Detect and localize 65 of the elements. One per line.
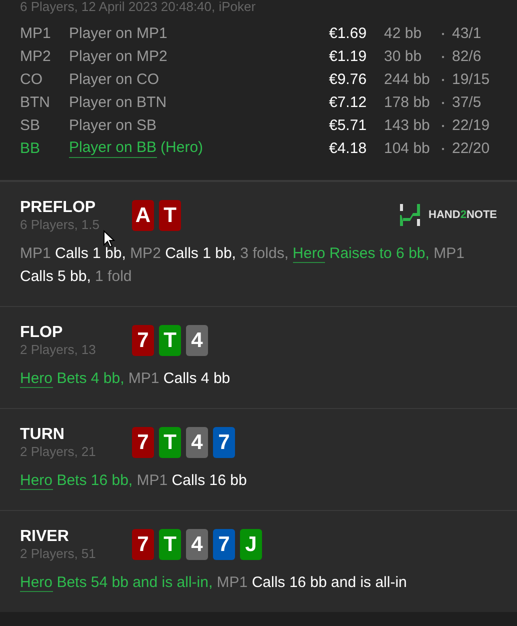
stack-bb: 244 bb xyxy=(384,71,431,88)
position-label: MP1 xyxy=(20,25,52,42)
street-title: FLOP xyxy=(20,323,64,342)
cursor-icon xyxy=(103,230,115,248)
player-name: Player on BTN xyxy=(69,94,167,111)
player-stats: 43/1 xyxy=(452,25,482,42)
stack-bb: 143 bb xyxy=(384,117,431,134)
player-stats: 19/15 xyxy=(452,71,490,88)
stack-amount: €4.18 xyxy=(329,140,368,157)
street-info: 6 Players, 1.5 xyxy=(20,217,100,232)
logo-icon xyxy=(398,204,421,226)
street-info: 2 Players, 21 xyxy=(20,444,97,459)
stack-bb: 30 bb xyxy=(384,48,423,65)
hero-link[interactable]: Hero xyxy=(20,574,53,592)
position-label: MP2 xyxy=(20,48,52,65)
hero-link[interactable]: Hero xyxy=(292,245,326,263)
stack-amount: €9.76 xyxy=(329,71,368,88)
street-title: PREFLOP xyxy=(20,198,97,217)
playing-card: T xyxy=(159,427,181,458)
player-name: Player on SB xyxy=(69,117,157,134)
playing-card: T xyxy=(159,200,181,231)
street-info: 2 Players, 51 xyxy=(20,546,97,561)
player-name: Player on CO xyxy=(69,71,160,88)
action-line: Hero Bets 16 bb, MP1 Calls 16 bb xyxy=(20,471,248,492)
street-title: TURN xyxy=(20,425,66,444)
playing-card: 4 xyxy=(186,529,208,560)
stack-amount: €1.69 xyxy=(329,25,368,42)
playing-card: 7 xyxy=(132,427,154,458)
stack-bb: 104 bb xyxy=(384,140,431,157)
stack-amount: €5.71 xyxy=(329,117,368,134)
player-stats: 37/5 xyxy=(452,94,482,111)
playing-card: 7 xyxy=(132,325,154,356)
playing-card: 4 xyxy=(186,325,208,356)
position-label: BB xyxy=(20,140,42,157)
stack-amount: €1.19 xyxy=(329,48,368,65)
hero-link[interactable]: Hero xyxy=(20,370,53,388)
player-stats: 82/6 xyxy=(452,48,482,65)
playing-card: 7 xyxy=(213,427,235,458)
position-label: SB xyxy=(20,117,42,134)
hand-summary: 6 Players, 12 April 2023 20:48:40, iPoker xyxy=(20,0,257,13)
position-label: BTN xyxy=(20,94,51,111)
player-name[interactable]: Player on BB xyxy=(69,139,157,158)
playing-card: T xyxy=(159,325,181,356)
playing-card: 7 xyxy=(213,529,235,560)
position-label: CO xyxy=(20,71,44,88)
playing-card: A xyxy=(132,200,154,231)
stack-bb: 178 bb xyxy=(384,94,431,111)
street-title: RIVER xyxy=(20,527,70,546)
hero-tag: (Hero) xyxy=(160,139,204,158)
stack-amount: €7.12 xyxy=(329,94,368,111)
player-name: Player on MP1 xyxy=(69,25,168,42)
logo-text: HAND2NOTE xyxy=(428,209,497,221)
stack-bb: 42 bb xyxy=(384,25,423,42)
player-stats: 22/19 xyxy=(452,117,490,134)
hero-link[interactable]: Hero xyxy=(20,472,53,490)
street-info: 2 Players, 13 xyxy=(20,342,97,357)
playing-card: 7 xyxy=(132,529,154,560)
action-line: Hero Bets 4 bb, MP1 Calls 4 bb xyxy=(20,369,232,390)
playing-card: J xyxy=(240,529,262,560)
player-stats: 22/20 xyxy=(452,140,490,157)
playing-card: T xyxy=(159,529,181,560)
player-name: Player on MP2 xyxy=(69,48,168,65)
playing-card: 4 xyxy=(186,427,208,458)
action-line: MP1 Calls 1 bb, MP2 Calls 1 bb, 3 folds, Hero Raises to 6 bb, MP1 Calls 5 bb, 1 fold xyxy=(20,244,466,287)
action-line: Hero Bets 54 bb and is all-in, MP1 Calls 16 bb and is all-in xyxy=(20,573,408,594)
